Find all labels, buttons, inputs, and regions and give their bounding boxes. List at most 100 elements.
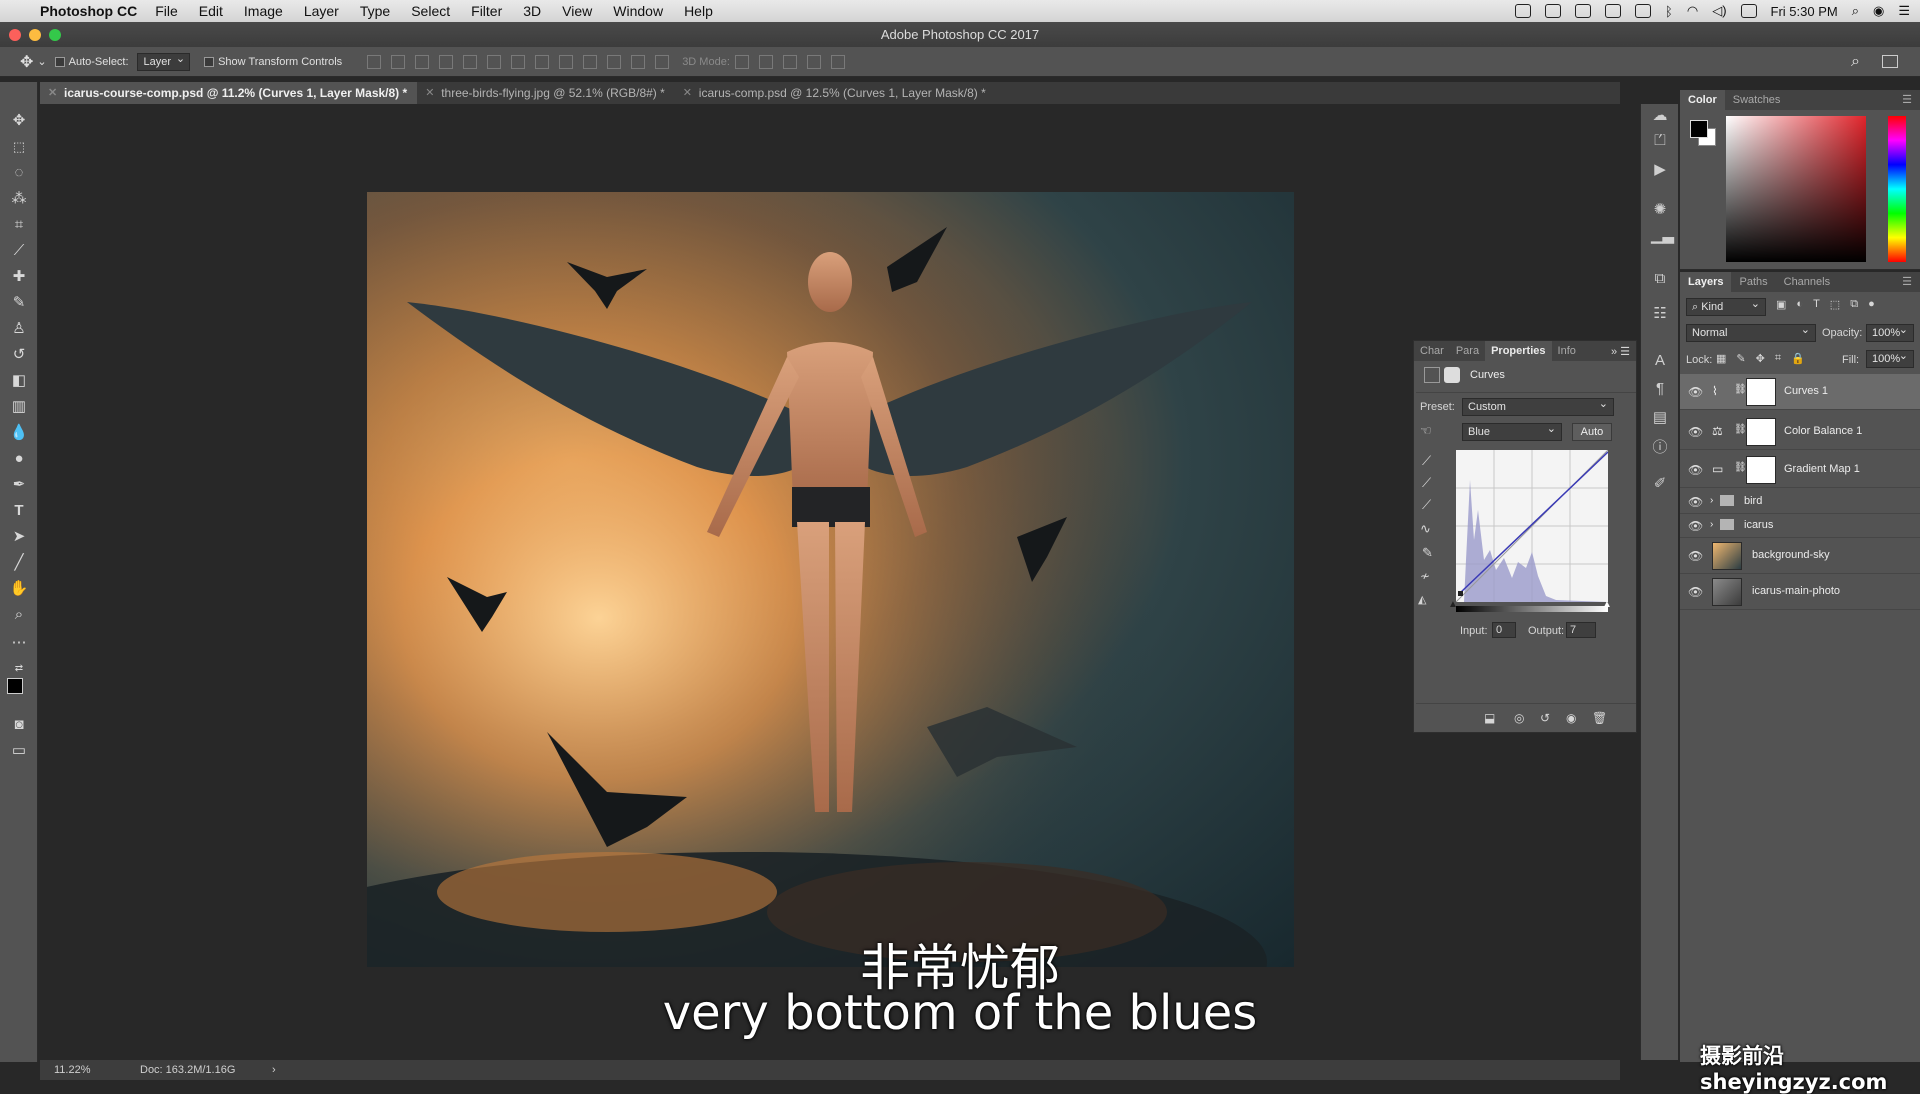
status-menu-arrow-icon[interactable]: ›: [272, 1060, 276, 1080]
align-hcenter-icon[interactable]: [463, 54, 478, 69]
layer-row-gradient-map-1[interactable]: 👁 ▭ ⛓ Gradient Map 1: [1680, 452, 1920, 488]
filter-type-icon[interactable]: T: [1813, 298, 1820, 311]
eraser-tool-icon[interactable]: ◧: [8, 370, 30, 392]
toggle-visibility-icon[interactable]: ◉: [1566, 711, 1576, 725]
histogram-icon[interactable]: ▁▃: [1651, 226, 1674, 244]
marquee-tool-icon[interactable]: ⬚: [8, 136, 30, 158]
close-window-button[interactable]: [9, 29, 21, 41]
distribute-bottom-icon[interactable]: [559, 54, 574, 69]
layer-name[interactable]: Curves 1: [1784, 385, 1828, 397]
tab-layers[interactable]: Layers: [1680, 272, 1732, 292]
layer-row-color-balance-1[interactable]: 👁 ⚖ ⛓ Color Balance 1: [1680, 414, 1920, 450]
layer-mask-icon[interactable]: [1444, 367, 1460, 383]
channel-dropdown[interactable]: Blue: [1462, 422, 1562, 441]
auto-align-icon[interactable]: [655, 54, 670, 69]
menu-help[interactable]: Help: [684, 3, 713, 19]
menu-window[interactable]: Window: [613, 3, 663, 19]
align-left-icon[interactable]: [439, 54, 454, 69]
visibility-eye-icon[interactable]: 👁: [1688, 549, 1703, 563]
curves-graph[interactable]: [1455, 449, 1609, 603]
close-tab-icon[interactable]: ✕: [683, 82, 692, 104]
status-app-icon[interactable]: [1635, 4, 1652, 18]
visibility-eye-icon[interactable]: 👁: [1688, 585, 1703, 599]
layer-name[interactable]: Color Balance 1: [1784, 425, 1862, 437]
path-selection-tool-icon[interactable]: ➤: [8, 526, 30, 548]
3d-pan-icon[interactable]: [782, 54, 797, 69]
screen-icon[interactable]: [1605, 4, 1622, 18]
auto-button[interactable]: Auto: [1572, 423, 1612, 441]
history-brush-tool-icon[interactable]: ↺: [8, 344, 30, 366]
display-icon[interactable]: [1740, 4, 1757, 18]
layer-name[interactable]: Gradient Map 1: [1784, 463, 1860, 475]
menu-3d[interactable]: 3D: [523, 3, 541, 19]
layer-mask-thumbnail[interactable]: [1746, 378, 1776, 406]
swap-colors-icon[interactable]: ⇄: [8, 658, 30, 680]
lock-pixels-icon[interactable]: ✎: [1736, 352, 1745, 365]
filter-shape-icon[interactable]: ⬚: [1830, 298, 1840, 311]
3d-roll-icon[interactable]: [758, 54, 773, 69]
reset-icon[interactable]: ↺: [1540, 711, 1550, 725]
gradient-tool-icon[interactable]: ▥: [8, 396, 30, 418]
wifi-icon[interactable]: ◠: [1687, 3, 1698, 19]
tab-channels[interactable]: Channels: [1776, 272, 1838, 292]
blend-mode-dropdown[interactable]: Normal: [1686, 323, 1816, 342]
clone-source-icon[interactable]: ⧉: [1651, 270, 1669, 288]
layer-thumbnail[interactable]: [1712, 578, 1742, 606]
paragraph-icon[interactable]: ¶: [1651, 380, 1669, 398]
edit-toolbar-icon[interactable]: ⋯: [8, 632, 30, 654]
distribute-left-icon[interactable]: [583, 54, 598, 69]
layer-comps-icon[interactable]: ☷: [1651, 304, 1669, 322]
status-app-icon[interactable]: [1575, 4, 1592, 18]
layer-row-icarus-main-photo[interactable]: 👁 icarus-main-photo: [1680, 574, 1920, 610]
close-tab-icon[interactable]: ✕: [48, 82, 57, 104]
output-value-field[interactable]: 7: [1566, 622, 1596, 638]
info-icon[interactable]: ⓘ: [1651, 436, 1669, 456]
foreground-color-swatch[interactable]: [1690, 120, 1708, 138]
auto-select-dropdown[interactable]: Layer: [136, 52, 191, 71]
preset-dropdown[interactable]: Custom: [1462, 397, 1614, 416]
lock-artboard-icon[interactable]: ⌗: [1775, 352, 1781, 365]
expand-group-icon[interactable]: ›: [1710, 495, 1713, 506]
chain-link-icon[interactable]: ⛓: [1734, 462, 1747, 473]
chain-link-icon[interactable]: ⛓: [1734, 384, 1747, 395]
properties-icon[interactable]: ▤: [1651, 408, 1669, 426]
smooth-icon[interactable]: ≁: [1420, 569, 1430, 583]
clip-to-layer-icon[interactable]: ⬓: [1484, 711, 1495, 725]
visibility-eye-icon[interactable]: 👁: [1688, 495, 1703, 509]
layer-row-bird-group[interactable]: 👁 › bird: [1680, 490, 1920, 514]
dodge-tool-icon[interactable]: ●: [8, 448, 30, 470]
line-tool-icon[interactable]: ╱: [8, 552, 30, 574]
document-canvas-image[interactable]: [367, 192, 1294, 967]
quick-select-tool-icon[interactable]: ⁂: [8, 188, 30, 210]
clone-stamp-tool-icon[interactable]: ♙: [8, 318, 30, 340]
input-value-field[interactable]: 0: [1492, 622, 1516, 638]
hand-tool-icon[interactable]: ✋: [8, 578, 30, 600]
view-previous-state-icon[interactable]: ◎: [1514, 711, 1524, 725]
align-bottom-icon[interactable]: [415, 54, 430, 69]
minimize-window-button[interactable]: [29, 29, 41, 41]
tab-swatches[interactable]: Swatches: [1725, 90, 1789, 110]
layer-row-icarus-group[interactable]: 👁 › icarus: [1680, 514, 1920, 538]
zoom-tool-icon[interactable]: ⌕: [8, 604, 30, 626]
align-top-icon[interactable]: [367, 54, 382, 69]
tab-color[interactable]: Color: [1680, 90, 1725, 110]
distribute-top-icon[interactable]: [511, 54, 526, 69]
tab-character[interactable]: Char: [1414, 341, 1450, 361]
zoom-window-button[interactable]: [49, 29, 61, 41]
volume-icon[interactable]: ◁): [1712, 3, 1726, 19]
layer-name[interactable]: bird: [1744, 495, 1762, 507]
layer-row-background-sky[interactable]: 👁 background-sky: [1680, 538, 1920, 574]
menu-file[interactable]: File: [155, 3, 178, 19]
app-menu[interactable]: Photoshop CC: [40, 3, 137, 19]
tab-paths[interactable]: Paths: [1731, 272, 1775, 292]
menu-select[interactable]: Select: [411, 3, 450, 19]
black-point-eyedropper-icon[interactable]: ⟋: [1422, 453, 1431, 469]
layer-mask-thumbnail[interactable]: [1746, 418, 1776, 446]
filter-toggle-icon[interactable]: ●: [1868, 298, 1875, 311]
tab-paragraph[interactable]: Para: [1450, 341, 1485, 361]
distribute-vcenter-icon[interactable]: [535, 54, 550, 69]
layer-mask-thumbnail[interactable]: [1746, 456, 1776, 484]
trash-icon[interactable]: 🗑: [1592, 711, 1607, 725]
filter-smart-object-icon[interactable]: ⧉: [1850, 298, 1858, 311]
menu-view[interactable]: View: [562, 3, 592, 19]
